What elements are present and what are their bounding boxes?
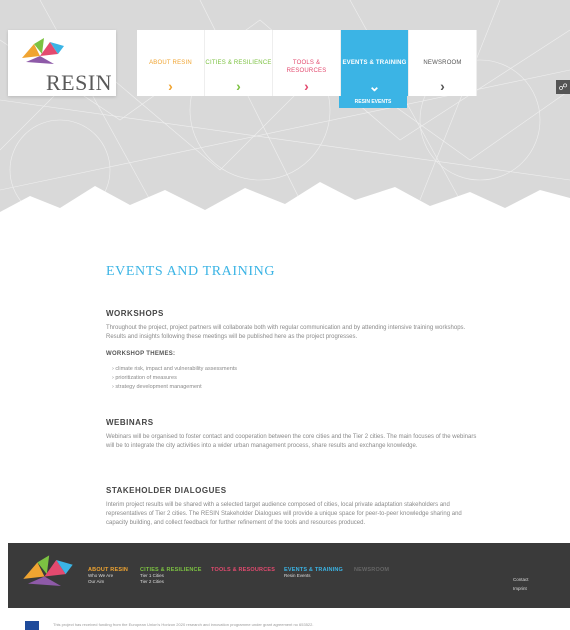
list-item: prioritization of measures <box>112 374 237 383</box>
logo[interactable]: RESIN <box>8 30 116 96</box>
logo-text: RESIN <box>46 70 113 95</box>
list-item: climate risk, impact and vulnerability a… <box>112 365 237 374</box>
share-icon[interactable]: ☍ <box>556 80 570 94</box>
dialogues-text: Interim project results will be shared w… <box>106 502 462 526</box>
chevron-right-icon: › <box>168 78 173 94</box>
contact-link[interactable]: Contact <box>513 575 529 584</box>
nav-label: EVENTS & TRAINING <box>342 60 407 66</box>
workshops-text: Throughout the project, project partners… <box>106 325 466 340</box>
imprint-link[interactable]: Imprint <box>513 584 529 593</box>
main-nav: ABOUT RESIN › CITIES & RESILIENCE › TOOL… <box>137 30 477 96</box>
hero-banner: RESIN ABOUT RESIN › CITIES & RESILIENCE … <box>0 0 570 240</box>
footer-link[interactable]: Tier 2 Cities <box>140 579 202 585</box>
footer-link[interactable]: Resin Events <box>284 573 343 579</box>
dialogues-heading: STAKEHOLDER DIALOGUES <box>106 486 227 495</box>
nav-label: ABOUT RESIN <box>149 60 192 66</box>
funding-bar: This project has received funding from t… <box>25 621 565 630</box>
eu-flag-icon <box>25 621 39 630</box>
footer-col-tools: TOOLS & RESOURCES <box>211 567 275 573</box>
nav-label: TOOLS & RESOURCES <box>286 60 327 74</box>
nav-newsroom[interactable]: NEWSROOM › <box>409 30 477 96</box>
funding-text: This project has received funding from t… <box>53 622 314 627</box>
footer-heading[interactable]: NEWSROOM <box>354 567 389 573</box>
list-item: strategy development management <box>112 383 237 392</box>
nav-label: NEWSROOM <box>423 60 462 66</box>
webinars-heading: WEBINARS <box>106 418 154 427</box>
webinars-text: Webinars will be organised to foster con… <box>106 434 477 449</box>
resin-logo-icon[interactable] <box>20 553 76 593</box>
chevron-right-icon: › <box>440 78 445 94</box>
workshop-themes-heading: WORKSHOP THEMES: <box>106 351 176 357</box>
resin-logo-icon <box>22 38 64 64</box>
footer-right-links: Contact Imprint <box>513 575 529 593</box>
footer-col-events: EVENTS & TRAINING Resin Events <box>284 567 343 579</box>
footer-col-about: ABOUT RESIN Who We Are Our Aim <box>88 567 128 585</box>
chevron-down-icon: ⌄ <box>368 78 381 94</box>
workshops-heading: WORKSHOPS <box>106 309 164 318</box>
chevron-right-icon: › <box>236 78 241 94</box>
footer-col-newsroom: NEWSROOM <box>354 567 389 573</box>
nav-cities-resilience[interactable]: CITIES & RESILIENCE › <box>205 30 273 96</box>
workshop-themes-list: climate risk, impact and vulnerability a… <box>112 365 237 392</box>
footer-col-cities: CITIES & RESILIENCE Tier 1 Cities Tier 2… <box>140 567 202 585</box>
chevron-right-icon: › <box>304 78 309 94</box>
nav-tools-resources[interactable]: TOOLS & RESOURCES › <box>273 30 341 96</box>
footer: ABOUT RESIN Who We Are Our Aim CITIES & … <box>8 543 570 608</box>
footer-heading[interactable]: TOOLS & RESOURCES <box>211 567 275 573</box>
page-title: EVENTS AND TRAINING <box>106 264 276 279</box>
nav-about-resin[interactable]: ABOUT RESIN › <box>137 30 205 96</box>
nav-label: CITIES & RESILIENCE <box>205 60 272 66</box>
footer-link[interactable]: Our Aim <box>88 579 128 585</box>
nav-events-training[interactable]: EVENTS & TRAINING ⌄ <box>341 30 409 96</box>
subnav-resin-events[interactable]: RESIN EVENTS <box>339 96 407 108</box>
